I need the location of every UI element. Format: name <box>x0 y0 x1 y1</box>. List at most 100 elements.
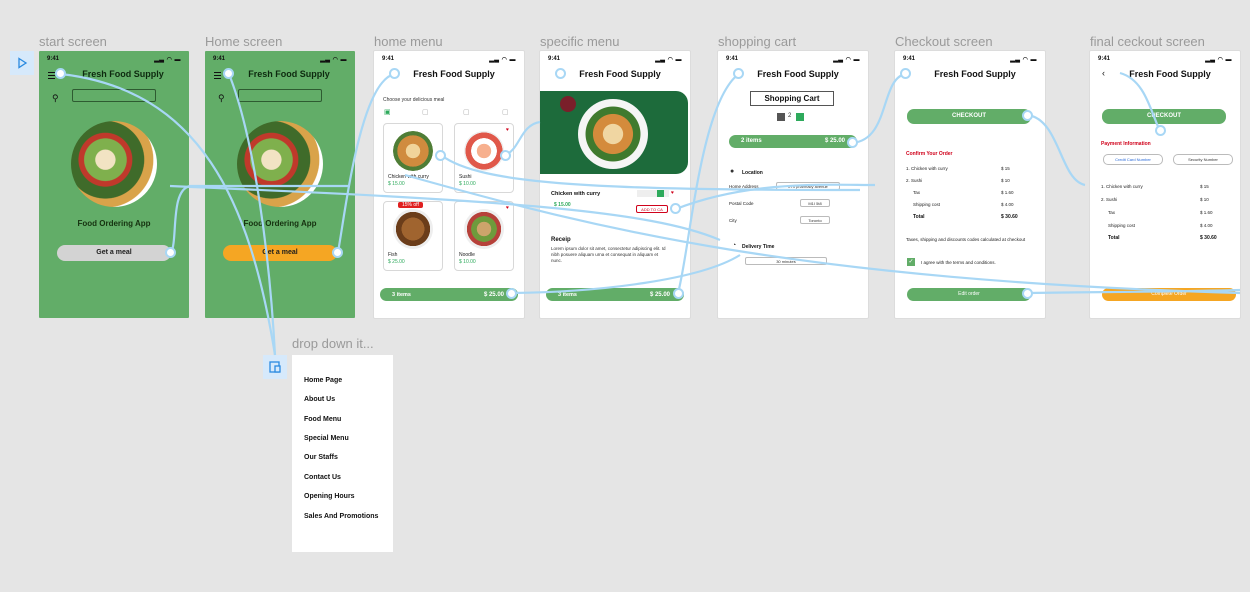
connection-node[interactable] <box>555 68 566 79</box>
category-icon[interactable]: ▢ <box>463 108 470 116</box>
cart-summary-bar[interactable]: 3 items $ 25.00 <box>380 288 518 301</box>
prototype-canvas[interactable]: start screen Home screen home menu speci… <box>0 0 1250 592</box>
postal-code-field[interactable]: M1I 5t8 <box>800 199 830 207</box>
security-number-field[interactable]: Security Number <box>1173 154 1233 165</box>
dropdown-item-opening-hours[interactable]: Opening Hours <box>304 493 355 500</box>
connection-node[interactable] <box>165 247 176 258</box>
device-frame-button[interactable] <box>263 355 287 379</box>
connection-node[interactable] <box>389 68 400 79</box>
connection-node[interactable] <box>1022 110 1033 121</box>
card-name: Chicken with curry <box>388 174 429 180</box>
home-address-field[interactable]: 273 pharmacy avenue <box>776 182 840 190</box>
search-input[interactable] <box>72 89 156 102</box>
shopping-cart-frame[interactable]: 9:41 ▂▃ ◠ ▬ Fresh Food Supply Shopping Ca… <box>718 51 868 318</box>
dropdown-menu-frame[interactable]: Home Page About Us Food Menu Special Men… <box>292 355 393 552</box>
cart-total: $ 25.00 <box>483 291 504 298</box>
add-to-cart-button[interactable]: ADD TO CA <box>636 205 668 213</box>
status-icons: ▂▃ ◠ ▬ <box>1205 57 1232 63</box>
connection-node[interactable] <box>670 203 681 214</box>
food-image <box>393 209 433 249</box>
search-input[interactable] <box>238 89 322 102</box>
dropdown-item-special-menu[interactable]: Special Menu <box>304 435 349 442</box>
menu-card[interactable]: Chicken with curry $ 15.00 <box>383 123 443 193</box>
city-field[interactable]: Toronto <box>800 216 830 224</box>
menu-card[interactable]: ♥ Noodle $ 10.00 <box>454 201 514 271</box>
plus-button[interactable] <box>796 113 804 121</box>
all-category-icon[interactable]: ▣ <box>384 108 391 116</box>
status-bar: 9:41 ▂▃ ◠ ▬ <box>382 56 516 64</box>
final-checkout-frame[interactable]: 9:41 ▂▃ ◠ ▬ ‹ Fresh Food Supply CHECKOUT … <box>1090 51 1240 318</box>
order-line-price: $ 1.60 <box>1200 210 1213 215</box>
connection-node[interactable] <box>506 288 517 299</box>
home-screen-frame[interactable]: 9:41 ▂▃ ◠ ▬ Fresh Food Supply ⚲ Food Orde… <box>205 51 355 318</box>
minus-button[interactable] <box>777 113 785 121</box>
frame-label-dropdown[interactable]: drop down it... <box>292 336 374 351</box>
connection-node[interactable] <box>332 247 343 258</box>
connection-node[interactable] <box>733 68 744 79</box>
get-meal-button[interactable]: Get a meal <box>223 245 337 261</box>
checkout-screen-frame[interactable]: 9:41 ▂▃ ◠ ▬ Fresh Food Supply CHECKOUT Co… <box>895 51 1045 318</box>
cart-summary-bar[interactable]: 2 items $ 25.00 <box>729 135 857 148</box>
status-icons: ▂▃ ◠ ▬ <box>489 57 516 63</box>
menu-card[interactable]: 15% off Fish $ 25.00 <box>383 201 443 271</box>
dropdown-item-contact-us[interactable]: Contact Us <box>304 474 341 481</box>
quantity-stepper[interactable] <box>637 190 669 197</box>
status-bar: 9:41 ▂▃ ◠ ▬ <box>548 56 682 64</box>
connection-node[interactable] <box>847 137 858 148</box>
agree-checkbox[interactable]: ✓ <box>907 258 915 266</box>
order-line-item: 2. Sushi <box>906 178 923 183</box>
agree-label: I agree with the terms and conditions. <box>921 260 996 265</box>
order-line-item: Shipping cost <box>913 202 941 207</box>
connection-node[interactable] <box>1022 288 1033 299</box>
credit-card-field[interactable]: Credit Card Number <box>1103 154 1163 165</box>
status-time: 9:41 <box>213 56 226 62</box>
heart-icon[interactable]: ♥ <box>506 127 509 133</box>
connection-node[interactable] <box>55 68 66 79</box>
complete-order-button[interactable]: Complete Order <box>1102 288 1236 301</box>
connection-node[interactable] <box>435 150 446 161</box>
heart-icon[interactable]: ♥ <box>506 205 509 211</box>
frame-label-final[interactable]: final ceckout screen <box>1090 34 1205 49</box>
cart-heading: Shopping Cart <box>750 91 834 106</box>
start-screen-frame[interactable]: 9:41 ▂▃ ◠ ▬ Fresh Food Supply ⚲ Food Orde… <box>39 51 189 318</box>
item-price: $ 15.00 <box>554 202 571 208</box>
connection-node[interactable] <box>1155 125 1166 136</box>
frame-label-checkout[interactable]: Checkout screen <box>895 34 993 49</box>
checkout-notice: Taxes, shipping and discounts codes calc… <box>906 237 1026 242</box>
frame-label-start[interactable]: start screen <box>39 34 107 49</box>
specific-menu-frame[interactable]: 9:41 ▂▃ ◠ ▬ Fresh Food Supply Chicken wit… <box>540 51 690 318</box>
frame-label-home-menu[interactable]: home menu <box>374 34 443 49</box>
heart-icon[interactable]: ♥ <box>671 190 674 196</box>
dropdown-item-food-menu[interactable]: Food Menu <box>304 416 341 423</box>
edit-order-button[interactable]: Edit order <box>907 288 1031 301</box>
checkout-button[interactable]: CHECKOUT <box>907 109 1031 124</box>
cart-total: $ 25.00 <box>649 291 670 298</box>
quantity-value: 2 <box>788 113 792 119</box>
status-bar: 9:41 ▂▃ ◠ ▬ <box>726 56 860 64</box>
search-icon: ⚲ <box>218 93 225 103</box>
connection-node[interactable] <box>900 68 911 79</box>
dropdown-item-about-us[interactable]: About Us <box>304 396 335 403</box>
cart-summary-bar[interactable]: 3 items $ 25.00 <box>546 288 684 301</box>
connection-node[interactable] <box>673 288 684 299</box>
connection-node[interactable] <box>223 68 234 79</box>
connection-node[interactable] <box>500 150 511 161</box>
frame-label-cart[interactable]: shopping cart <box>718 34 796 49</box>
checkout-button[interactable]: CHECKOUT <box>1102 109 1226 124</box>
frame-label-specific-menu[interactable]: specific menu <box>540 34 619 49</box>
dropdown-item-home-page[interactable]: Home Page <box>304 377 342 384</box>
dropdown-item-our-staffs[interactable]: Our Staffs <box>304 454 338 461</box>
order-line-item: 2. Sushi <box>1101 197 1118 202</box>
plus-button[interactable] <box>657 190 664 197</box>
card-price: $ 15.00 <box>388 181 405 187</box>
status-bar: 9:41 ▂▃ ◠ ▬ <box>47 56 181 64</box>
status-bar: 9:41 ▂▃ ◠ ▬ <box>1098 56 1232 64</box>
frame-label-home[interactable]: Home screen <box>205 34 282 49</box>
category-icon[interactable]: ▢ <box>502 108 509 116</box>
dropdown-item-sales[interactable]: Sales And Promotions <box>304 513 378 520</box>
home-menu-frame[interactable]: 9:41 ▂▃ ◠ ▬ Fresh Food Supply Choose your… <box>374 51 524 318</box>
delivery-time-field[interactable]: 30 minutes <box>745 257 827 265</box>
get-meal-button[interactable]: Get a meal <box>57 245 171 261</box>
category-icon[interactable]: ▢ <box>422 108 429 116</box>
play-prototype-button[interactable] <box>10 51 34 75</box>
